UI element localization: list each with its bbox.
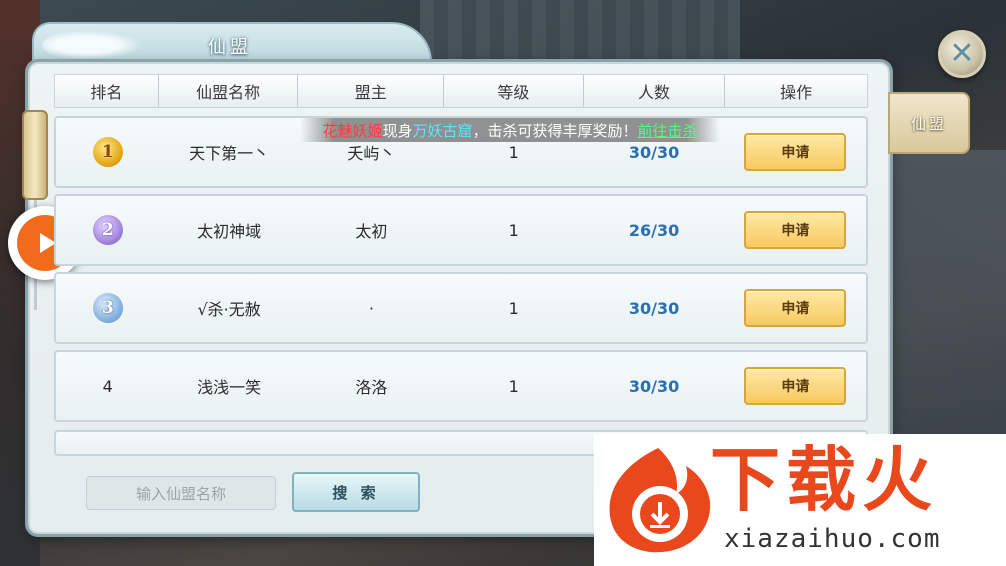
background-building [420, 0, 740, 70]
guild-name: 浅浅一笑 [197, 378, 262, 397]
table-row[interactable]: 3 √杀·无赦 · 1 30/30 申请 [54, 272, 868, 344]
guild-name: 天下第一丶 [189, 144, 270, 163]
scroll-ornament-icon [22, 110, 48, 200]
rank-number: 4 [102, 376, 113, 396]
guild-name: 太初神域 [197, 222, 262, 241]
flame-logo-icon [609, 448, 711, 553]
guild-members: 30/30 [628, 376, 680, 396]
guild-members: 30/30 [628, 298, 680, 318]
col-rank: 排名 [55, 75, 159, 107]
close-icon: ✕ [949, 36, 975, 71]
apply-button[interactable]: 申请 [744, 289, 847, 327]
notice-location: 万妖古窟 [412, 121, 473, 140]
col-members: 人数 [584, 75, 726, 107]
guild-leader: 洛洛 [355, 378, 388, 397]
guild-level: 1 [508, 220, 519, 240]
table-header: 排名 仙盟名称 盟主 等级 人数 操作 [54, 74, 868, 108]
guild-name: √杀·无赦 [197, 300, 261, 319]
guild-level: 1 [508, 298, 519, 318]
gold-medal-icon: 1 [92, 137, 123, 167]
col-leader: 盟主 [298, 75, 445, 107]
blue-medal-icon: 3 [92, 293, 123, 323]
apply-button[interactable]: 申请 [744, 133, 847, 171]
apply-button[interactable]: 申请 [744, 367, 847, 405]
guild-level: 1 [508, 376, 519, 396]
background-right-scenery [880, 150, 1006, 450]
table-row[interactable]: 2 太初神域 太初 1 26/30 申请 [54, 194, 868, 266]
table-row[interactable]: 4 浅浅一笑 洛洛 1 30/30 申请 [54, 350, 868, 422]
close-button[interactable]: ✕ [938, 30, 986, 78]
guild-search-input[interactable]: 输入仙盟名称 [86, 476, 276, 510]
watermark: 下载火 xiazaihuo.com [594, 434, 1006, 566]
guild-leader: · [368, 298, 374, 318]
guild-members: 26/30 [628, 220, 680, 240]
col-action: 操作 [780, 83, 813, 102]
notice-text: ，击杀可获得丰厚奖励！ [472, 121, 638, 140]
notice-text: 现身 [382, 121, 413, 140]
guild-leader: 太初 [355, 222, 388, 241]
watermark-title: 下载火 [710, 439, 938, 521]
watermark-url: xiazaihuo.com [724, 524, 941, 554]
panel-title: 仙盟 [208, 37, 252, 58]
event-notice-banner: 花魅妖姬 现身 万妖古窟 ，击杀可获得丰厚奖励！ 前往击杀 [300, 118, 720, 142]
col-guild-name: 仙盟名称 [159, 75, 299, 107]
tab-guild[interactable]: 仙盟 [888, 92, 970, 154]
tab-guild-label: 仙盟 [910, 114, 947, 133]
cloud-ornament-icon [42, 28, 152, 62]
apply-button[interactable]: 申请 [744, 211, 847, 249]
notice-boss-name: 花魅妖姬 [322, 121, 383, 140]
purple-medal-icon: 2 [92, 215, 123, 245]
notice-goto-link[interactable]: 前往击杀 [638, 120, 698, 141]
search-button[interactable]: 搜 索 [292, 472, 420, 512]
col-level: 等级 [444, 75, 584, 107]
